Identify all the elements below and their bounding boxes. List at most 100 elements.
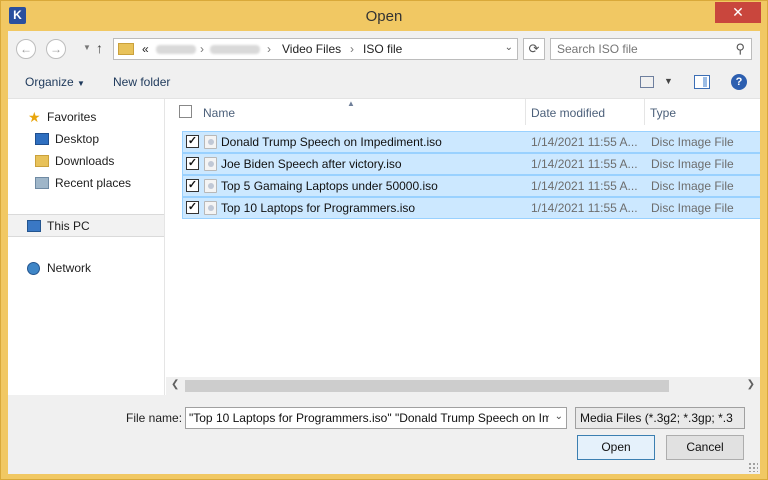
forward-arrow-icon: →	[50, 42, 62, 56]
nav-item-recent-places[interactable]: Recent places	[8, 172, 164, 194]
chevron-right-icon[interactable]: ›	[350, 42, 354, 56]
file-name: Top 10 Laptops for Programmers.iso	[221, 201, 416, 215]
refresh-button[interactable]: ⟳	[523, 38, 545, 60]
forward-button[interactable]: →	[46, 39, 66, 59]
dialog-footer: File name: ⌄ Media Files (*.3g2; *.3gp; …	[8, 395, 760, 474]
address-segment-video-files[interactable]: Video Files	[282, 42, 341, 56]
help-icon[interactable]: ?	[731, 74, 747, 90]
command-bar: Organize ▼ New folder ▼ ?	[8, 67, 760, 99]
nav-item-desktop[interactable]: Desktop	[8, 128, 164, 150]
scroll-right-arrow-icon[interactable]: ❯	[747, 379, 755, 390]
file-list: ▲ Name Date modified Type ✓ Donald Trump…	[166, 99, 760, 395]
disc-image-icon	[204, 157, 217, 171]
file-date-modified: 1/14/2021 11:55 A...	[531, 157, 638, 171]
nav-item-downloads[interactable]: Downloads	[8, 150, 164, 172]
redacted-path-segment	[210, 45, 260, 54]
address-bar[interactable]: « › › Video Files › ISO file ⌄	[113, 38, 518, 60]
file-row[interactable]: ✓ Top 10 Laptops for Programmers.iso 1/1…	[182, 197, 760, 219]
chevron-down-icon[interactable]: ⌄	[505, 42, 513, 53]
row-checkbox[interactable]: ✓	[186, 157, 199, 170]
file-date-modified: 1/14/2021 11:55 A...	[531, 179, 638, 193]
dialog-title: Open	[365, 8, 403, 25]
back-button[interactable]: ←	[16, 39, 36, 59]
close-icon: ✕	[732, 4, 744, 20]
refresh-icon: ⟳	[528, 41, 540, 56]
column-header-row: ▲ Name Date modified Type	[166, 99, 760, 125]
network-globe-icon	[27, 262, 40, 275]
chevron-down-icon[interactable]: ⌄	[555, 411, 563, 422]
recent-places-icon	[35, 177, 49, 189]
disc-image-icon	[204, 179, 217, 193]
column-header-date-modified[interactable]: Date modified	[531, 106, 605, 120]
organize-label: Organize	[25, 75, 74, 89]
file-name-field[interactable]	[189, 411, 549, 425]
nav-item-network[interactable]: Network	[8, 257, 164, 279]
address-segment-iso-file[interactable]: ISO file	[363, 42, 402, 56]
file-row[interactable]: ✓ Donald Trump Speech on Impediment.iso …	[182, 131, 760, 153]
navigation-pane: ★ Favorites Desktop Downloads Recent pla…	[8, 99, 165, 395]
nav-item-this-pc[interactable]: This PC	[8, 214, 164, 237]
nav-item-label: Network	[47, 261, 92, 275]
file-row[interactable]: ✓ Top 5 Gamaing Laptops under 50000.iso …	[182, 175, 760, 197]
nav-item-favorites[interactable]: ★ Favorites	[8, 106, 164, 128]
change-view-icon[interactable]	[640, 76, 654, 88]
row-checkbox[interactable]: ✓	[186, 135, 199, 148]
preview-pane-icon[interactable]	[694, 75, 710, 89]
view-options-dropdown[interactable]: ▼	[664, 76, 673, 86]
file-name: Joe Biden Speech after victory.iso	[221, 157, 402, 171]
column-divider[interactable]	[644, 99, 645, 125]
cancel-button[interactable]: Cancel	[666, 435, 744, 460]
close-button[interactable]: ✕	[715, 2, 761, 23]
desktop-icon	[35, 133, 49, 145]
scrollbar-thumb[interactable]	[185, 380, 669, 392]
recent-locations-dropdown[interactable]: ▼	[83, 43, 91, 52]
redacted-path-segment	[156, 45, 196, 54]
sort-ascending-icon: ▲	[347, 99, 355, 108]
computer-icon	[27, 220, 41, 232]
file-name-combobox[interactable]: ⌄	[185, 407, 567, 429]
disc-image-icon	[204, 201, 217, 215]
file-name-label: File name:	[126, 411, 183, 425]
search-box[interactable]: ⚲	[550, 38, 752, 60]
search-input[interactable]	[557, 42, 727, 56]
column-divider[interactable]	[525, 99, 526, 125]
up-arrow-icon: ↑	[96, 40, 103, 56]
folder-icon	[118, 43, 134, 55]
file-date-modified: 1/14/2021 11:55 A...	[531, 201, 638, 215]
file-name: Top 5 Gamaing Laptops under 50000.iso	[221, 179, 438, 193]
nav-item-label: Recent places	[55, 176, 132, 190]
chevron-right-icon[interactable]: ›	[267, 42, 271, 56]
file-type-filter-value: Media Files (*.3g2; *.3gp; *.3	[580, 411, 733, 425]
organize-menu-button[interactable]: Organize ▼	[25, 75, 85, 89]
downloads-icon	[35, 155, 49, 167]
scroll-left-arrow-icon[interactable]: ❮	[171, 379, 179, 390]
open-dialog: K Open ✕ ← → ▼ ↑ « › › Video Files › ISO…	[0, 0, 768, 480]
row-checkbox[interactable]: ✓	[186, 201, 199, 214]
chevron-down-icon: ▼	[77, 79, 85, 88]
select-all-checkbox[interactable]	[179, 105, 192, 118]
nav-item-label: This PC	[47, 219, 90, 233]
up-button[interactable]: ↑	[96, 40, 103, 56]
file-type: Disc Image File	[651, 157, 734, 171]
new-folder-button[interactable]: New folder	[113, 75, 170, 89]
column-header-type[interactable]: Type	[650, 106, 676, 120]
file-date-modified: 1/14/2021 11:55 A...	[531, 135, 638, 149]
address-row: ← → ▼ ↑ « › › Video Files › ISO file ⌄ ⟳…	[8, 31, 760, 67]
resize-grip-icon[interactable]	[748, 462, 758, 472]
file-type-filter-select[interactable]: Media Files (*.3g2; *.3gp; *.3	[575, 407, 745, 429]
open-button[interactable]: Open	[577, 435, 655, 460]
horizontal-scrollbar[interactable]: ❮ ❯	[166, 377, 760, 395]
disc-image-icon	[204, 135, 217, 149]
file-row[interactable]: ✓ Joe Biden Speech after victory.iso 1/1…	[182, 153, 760, 175]
column-header-name[interactable]: Name	[203, 106, 235, 120]
dialog-client: ← → ▼ ↑ « › › Video Files › ISO file ⌄ ⟳…	[8, 31, 760, 474]
row-checkbox[interactable]: ✓	[186, 179, 199, 192]
file-type: Disc Image File	[651, 135, 734, 149]
file-type: Disc Image File	[651, 179, 734, 193]
back-arrow-icon: ←	[20, 42, 32, 56]
search-icon: ⚲	[735, 41, 745, 56]
title-bar[interactable]: K Open ✕	[1, 1, 767, 31]
file-name: Donald Trump Speech on Impediment.iso	[221, 135, 442, 149]
address-overflow[interactable]: «	[142, 42, 149, 56]
chevron-right-icon[interactable]: ›	[200, 42, 204, 56]
